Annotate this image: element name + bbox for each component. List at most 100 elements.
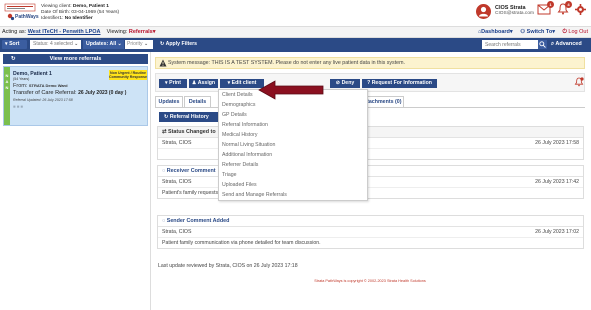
chevron-down-icon: ▾ — [165, 80, 168, 86]
priority-filter-value: Priority — [127, 41, 143, 47]
assign-label: Assign — [197, 80, 216, 86]
identifier-value: No Identifier — [64, 16, 93, 21]
menu-item-send-manage-referrals[interactable]: Send and Manage Referrals — [222, 192, 287, 198]
request-information-button[interactable]: ? Request For Information — [362, 79, 437, 88]
sort-button[interactable]: ▾ Sort — [2, 40, 27, 49]
menu-item-uploaded-files[interactable]: Uploaded Files — [222, 182, 257, 188]
referral-card[interactable]: N A N Demo, Patient 1 (54 Years) Non Urg… — [3, 66, 148, 126]
app-header: PathWays Viewing client: Demo, Patient 1… — [0, 0, 591, 26]
chevron-down-icon: ▾ — [227, 80, 231, 86]
apply-filters-label: Apply Filters — [165, 41, 198, 47]
panel-title: Receiver Comment — [166, 168, 216, 174]
logout-link[interactable]: ⏻ Log Out — [563, 29, 588, 35]
menu-item-medical-history[interactable]: Medical History — [222, 132, 257, 138]
card-referral-label: Transfer of Care Referral: — [13, 90, 79, 96]
panel-date: 26 July 2023 17:42 — [535, 179, 579, 185]
user-avatar[interactable] — [476, 4, 491, 19]
menu-item-referral-information[interactable]: Referral Information — [222, 122, 268, 128]
card-status-icons: ■ ■ ■ — [13, 104, 23, 109]
referral-history-button[interactable]: ↻ Referral History — [159, 112, 220, 122]
updates-filter-select[interactable]: Updates: All ⌄ — [83, 40, 124, 49]
viewing-dropdown[interactable]: Referrals — [129, 29, 153, 35]
comment-icon: ◌ — [162, 168, 166, 174]
acting-as-link[interactable]: West ITeCH - Penwith LPOA — [28, 29, 101, 35]
chevron-down-icon: ⌄ — [74, 41, 79, 47]
mail-badge: 1 — [547, 1, 554, 8]
view-more-referrals-button[interactable]: ↻ View more referrals — [3, 54, 148, 64]
status-filter-value: Status: 4 selected — [33, 41, 73, 47]
menu-item-referrer-details[interactable]: Referrer Details — [222, 162, 258, 168]
status-filter-select[interactable]: Status: 4 selected ⌄ — [30, 40, 81, 49]
edit-client-label: Edit client — [231, 80, 257, 86]
deny-icon: ⊘ — [335, 80, 341, 86]
power-icon: ⏻ — [562, 29, 567, 35]
bell-badge: 4 — [565, 1, 572, 8]
acting-as: Acting as: West ITeCH - Penwith LPOA Vie… — [2, 27, 156, 37]
chevron-down-icon: ⌄ — [117, 41, 122, 47]
card-updated: Referral Updated: 26 July 2023 17:58 — [13, 98, 73, 102]
panel-title: Status Changed to — [168, 129, 216, 135]
refresh-icon: ↻ — [160, 41, 165, 47]
acting-as-label: Acting as: — [2, 29, 28, 35]
strip-letter: A — [5, 79, 9, 84]
print-button[interactable]: ▾ Print — [159, 79, 187, 88]
chevron-down-icon: ▾ — [5, 41, 8, 47]
menu-item-additional-information[interactable]: Additional Information — [222, 152, 272, 158]
menu-item-demographics[interactable]: Demographics — [222, 102, 255, 108]
deny-button[interactable]: ⊘ Deny — [330, 79, 360, 88]
question-icon: ? — [367, 80, 371, 86]
advanced-search-link[interactable]: ⌕ Advanced — [551, 40, 582, 49]
apply-filters-button[interactable]: ↻ Apply Filters — [156, 40, 203, 49]
deny-label: Deny — [341, 80, 355, 86]
filter-bar: ▾ Sort Status: 4 selected ⌄ Updates: All… — [0, 38, 591, 52]
chevron-down-icon: ▾ — [152, 29, 156, 35]
dashboard-label: Dashboard — [481, 29, 510, 35]
notification-bell-icon[interactable] — [574, 77, 584, 87]
priority-tag: Non Urgent / Routine Community Response — [109, 70, 147, 80]
panel-author: Strata, CIOS — [162, 140, 192, 146]
print-label: Print — [169, 80, 181, 86]
panel-heading: ◌ Sender Comment Added — [158, 216, 583, 227]
strip-letter: N — [5, 73, 9, 78]
request-information-label: Request For Information — [371, 80, 432, 86]
exchange-icon: ⇄ — [162, 129, 167, 135]
menu-item-client-details[interactable]: Client Details — [222, 92, 253, 98]
context-bar: Acting as: West ITeCH - Penwith LPOA Vie… — [0, 26, 591, 38]
dashboard-link[interactable]: ⌂Dashboard▾ — [478, 29, 513, 35]
panel-author: Strata, CIOS — [162, 229, 192, 235]
card-referral-date: 26 July 2023 (0 day ) — [78, 90, 127, 96]
card-from-label: From: — [13, 83, 29, 89]
referral-sidebar: ↻ View more referrals N A N Demo, Patien… — [0, 52, 151, 310]
users-icon: ⚇ — [520, 29, 526, 35]
gear-icon[interactable] — [575, 4, 586, 15]
identifier-label: Identifier1: — [41, 16, 65, 21]
menu-item-normal-living-situation[interactable]: Normal Living Situation — [222, 142, 275, 148]
search-input[interactable] — [482, 40, 538, 49]
chevron-down-icon: ▾ — [509, 29, 513, 35]
panel-author-row: Strata, CIOS 26 July 2023 17:02 — [158, 227, 583, 238]
viewing-label: Viewing: — [106, 29, 129, 35]
search-icon: ⌕ — [551, 41, 555, 47]
switch-to-link[interactable]: ⚇ Switch To▾ — [520, 29, 555, 35]
panel-author: Strata, CIOS — [162, 179, 192, 185]
menu-item-gp-details[interactable]: GP Details — [222, 112, 247, 118]
priority-strip: N A N — [4, 67, 10, 125]
logout-label: Log Out — [568, 29, 588, 35]
priority-filter-select[interactable]: Priority ⌄ — [125, 40, 153, 49]
panel-title: Sender Comment Added — [166, 218, 230, 224]
sort-label: Sort — [9, 41, 20, 47]
pathways-logo[interactable]: PathWays — [4, 3, 39, 23]
assign-button[interactable]: ♟ Assign — [189, 79, 218, 88]
client-info: Viewing client: Demo, Patient 1 Date Of … — [41, 4, 119, 22]
search-button[interactable] — [538, 40, 547, 49]
logo-text: PathWays — [15, 14, 39, 20]
nav-right-menu: ⌂Dashboard▾ ⚇ Switch To▾ ⏻ Log Out — [472, 27, 588, 37]
panel-date: 26 July 2023 17:02 — [535, 229, 579, 235]
card-patient-age: (54 Years) — [13, 77, 30, 81]
refresh-icon: ↻ — [11, 56, 16, 62]
last-review-text: Last update reviewed by Strata, CIOS on … — [158, 263, 298, 269]
update-panel-sender-comment: ◌ Sender Comment Added Strata, CIOS 26 Ju… — [157, 215, 584, 249]
user-icon: ♟ — [191, 80, 197, 86]
card-referral-type: Transfer of Care Referral: 26 July 2023 … — [13, 90, 126, 96]
menu-item-triage[interactable]: Triage — [222, 172, 237, 178]
